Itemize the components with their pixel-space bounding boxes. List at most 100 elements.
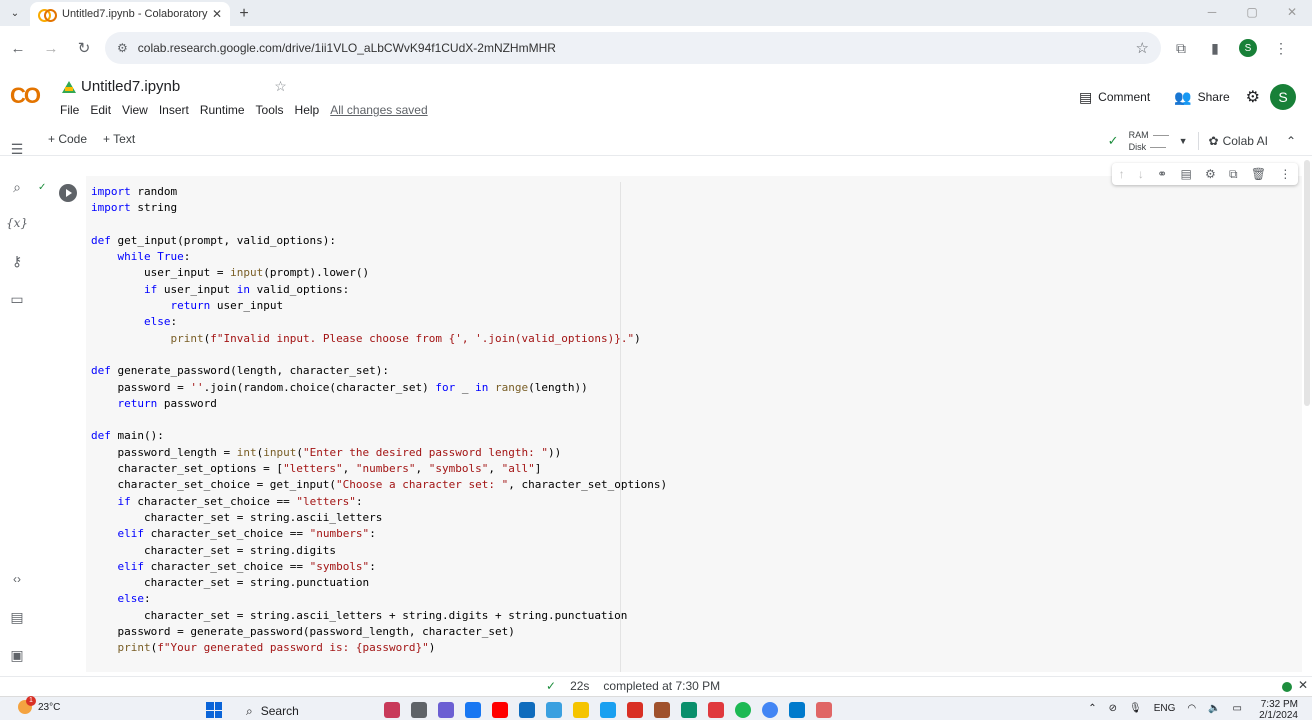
menu-view[interactable]: View	[122, 103, 148, 117]
code-line[interactable]: while True:	[91, 249, 667, 265]
taskbar-app-icon[interactable]	[546, 702, 562, 718]
edge-icon[interactable]	[681, 702, 697, 718]
code-line[interactable]: return user_input	[91, 298, 667, 314]
taskbar-app-icon[interactable]	[384, 702, 400, 718]
notebook-scrollbar[interactable]	[1304, 160, 1310, 406]
code-line[interactable]	[91, 217, 667, 233]
user-avatar[interactable]: S	[1270, 84, 1296, 110]
forward-arrow-icon[interactable]: →	[36, 33, 66, 63]
reload-icon[interactable]: ↻	[69, 33, 99, 63]
code-line[interactable]: password_length = int(input("Enter the d…	[91, 445, 667, 461]
more-actions-icon[interactable]: ⋮	[1279, 167, 1291, 181]
code-content[interactable]: import random import string def get_input…	[91, 184, 667, 657]
tray-app-icon[interactable]: ⊘	[1109, 703, 1117, 714]
code-line[interactable]: import string	[91, 200, 667, 216]
run-cell-button[interactable]	[59, 184, 77, 202]
collapse-header-icon[interactable]: ⌃	[1286, 134, 1296, 148]
menu-insert[interactable]: Insert	[159, 103, 189, 117]
delete-cell-icon[interactable]: 🗑	[1251, 167, 1266, 181]
menu-runtime[interactable]: Runtime	[200, 103, 245, 117]
weather-widget[interactable]: 1 23°C	[18, 696, 60, 714]
code-line[interactable]: if character_set_choice == "letters":	[91, 494, 667, 510]
browser-tab-active[interactable]: Untitled7.ipynb - Colaboratory ✕	[30, 2, 230, 26]
variables-icon[interactable]: {x}	[6, 214, 28, 232]
volume-icon[interactable]: 🔈	[1208, 703, 1220, 714]
vscode-icon[interactable]	[789, 702, 805, 718]
browser-profile-avatar[interactable]: S	[1239, 39, 1257, 57]
code-line[interactable]: def generate_password(length, character_…	[91, 363, 667, 379]
windows-start-icon[interactable]	[206, 702, 222, 718]
taskbar-app-icon[interactable]	[519, 702, 535, 718]
chrome-icon[interactable]	[762, 702, 778, 718]
share-button[interactable]: 👥 Share	[1174, 89, 1229, 106]
close-tab-icon[interactable]: ✕	[212, 7, 222, 21]
code-line[interactable]	[91, 347, 667, 363]
menu-tools[interactable]: Tools	[256, 103, 284, 117]
url-text[interactable]: colab.research.google.com/drive/1ii1VLO_…	[138, 41, 1136, 55]
taskbar-app-icon[interactable]	[708, 702, 724, 718]
facebook-icon[interactable]	[465, 702, 481, 718]
wifi-icon[interactable]: ◠	[1187, 703, 1196, 714]
terminal-icon[interactable]: ▣	[8, 646, 26, 664]
add-code-cell-button[interactable]: + Code	[48, 132, 87, 146]
toc-icon[interactable]: ☰	[8, 140, 26, 158]
secrets-key-icon[interactable]: ⚷	[8, 252, 26, 270]
close-status-icon[interactable]: ✕	[1298, 678, 1308, 692]
code-line[interactable]: if user_input in valid_options:	[91, 282, 667, 298]
code-line[interactable]	[91, 412, 667, 428]
code-line[interactable]: else:	[91, 591, 667, 607]
taskbar-app-icon[interactable]	[816, 702, 832, 718]
spotify-icon[interactable]	[735, 702, 751, 718]
search-icon[interactable]: ⌕	[8, 178, 26, 196]
link-icon[interactable]: ⚭	[1157, 167, 1167, 181]
microphone-icon[interactable]: 🎙	[1129, 703, 1142, 714]
comment-cell-icon[interactable]: ▤	[1180, 167, 1191, 181]
code-line[interactable]: character_set = string.digits	[91, 543, 667, 559]
resource-monitor[interactable]: RAM Disk	[1129, 129, 1169, 153]
code-line[interactable]: def main():	[91, 428, 667, 444]
code-line[interactable]: else:	[91, 314, 667, 330]
add-text-cell-button[interactable]: + Text	[103, 132, 135, 146]
code-line[interactable]: character_set = string.ascii_letters + s…	[91, 608, 667, 624]
taskbar-app-icon[interactable]	[600, 702, 616, 718]
minimize-icon[interactable]: ─	[1192, 0, 1232, 24]
code-line[interactable]: def get_input(prompt, valid_options):	[91, 233, 667, 249]
address-bar[interactable]: ⚙ colab.research.google.com/drive/1ii1VL…	[105, 32, 1161, 64]
taskbar-search[interactable]: ⌕ Search	[238, 701, 372, 721]
code-line[interactable]: character_set = string.ascii_letters	[91, 510, 667, 526]
maximize-icon[interactable]: ▢	[1232, 0, 1272, 24]
star-notebook-icon[interactable]: ☆	[274, 78, 287, 95]
code-line[interactable]: password = ''.join(random.choice(charact…	[91, 380, 667, 396]
notebook-title[interactable]: Untitled7.ipynb	[81, 78, 180, 95]
youtube-icon[interactable]	[492, 702, 508, 718]
move-down-icon[interactable]: ↓	[1138, 167, 1144, 181]
settings-gear-icon[interactable]: ⚙	[1246, 87, 1260, 107]
move-up-icon[interactable]: ↑	[1119, 167, 1125, 181]
code-line[interactable]: elif character_set_choice == "symbols":	[91, 559, 667, 575]
taskbar-clock[interactable]: 7:32 PM 2/1/2024	[1259, 699, 1298, 721]
bookmark-star-icon[interactable]: ☆	[1136, 39, 1149, 57]
code-line[interactable]: elif character_set_choice == "numbers":	[91, 526, 667, 542]
tray-chevron-icon[interactable]: ⌃	[1088, 703, 1096, 714]
taskbar-app-icon[interactable]	[654, 702, 670, 718]
code-line[interactable]: password = generate_password(password_le…	[91, 624, 667, 640]
code-line[interactable]: return password	[91, 396, 667, 412]
menu-help[interactable]: Help	[295, 103, 320, 117]
code-line[interactable]: print(f"Invalid input. Please choose fro…	[91, 331, 667, 347]
cell-settings-icon[interactable]: ⚙	[1205, 167, 1216, 181]
code-line[interactable]: character_set = string.punctuation	[91, 575, 667, 591]
colab-logo[interactable]: CO	[10, 83, 41, 109]
gmail-icon[interactable]	[627, 702, 643, 718]
code-line[interactable]: character_set_options = ["letters", "num…	[91, 461, 667, 477]
menu-file[interactable]: File	[60, 103, 79, 117]
files-folder-icon[interactable]: ▭	[8, 290, 26, 308]
code-line[interactable]: print(f"Your generated password is: {pas…	[91, 640, 667, 656]
taskbar-app-icon[interactable]	[411, 702, 427, 718]
taskbar-app-icon[interactable]	[438, 702, 454, 718]
code-line[interactable]: character_set_choice = get_input("Choose…	[91, 477, 667, 493]
keyboard-language[interactable]: ENG	[1154, 703, 1176, 714]
code-line[interactable]: user_input = input(prompt).lower()	[91, 265, 667, 281]
command-palette-icon[interactable]: ▤	[8, 608, 26, 626]
comment-button[interactable]: ▤ Comment	[1079, 89, 1150, 106]
close-window-icon[interactable]: ✕	[1272, 0, 1312, 24]
